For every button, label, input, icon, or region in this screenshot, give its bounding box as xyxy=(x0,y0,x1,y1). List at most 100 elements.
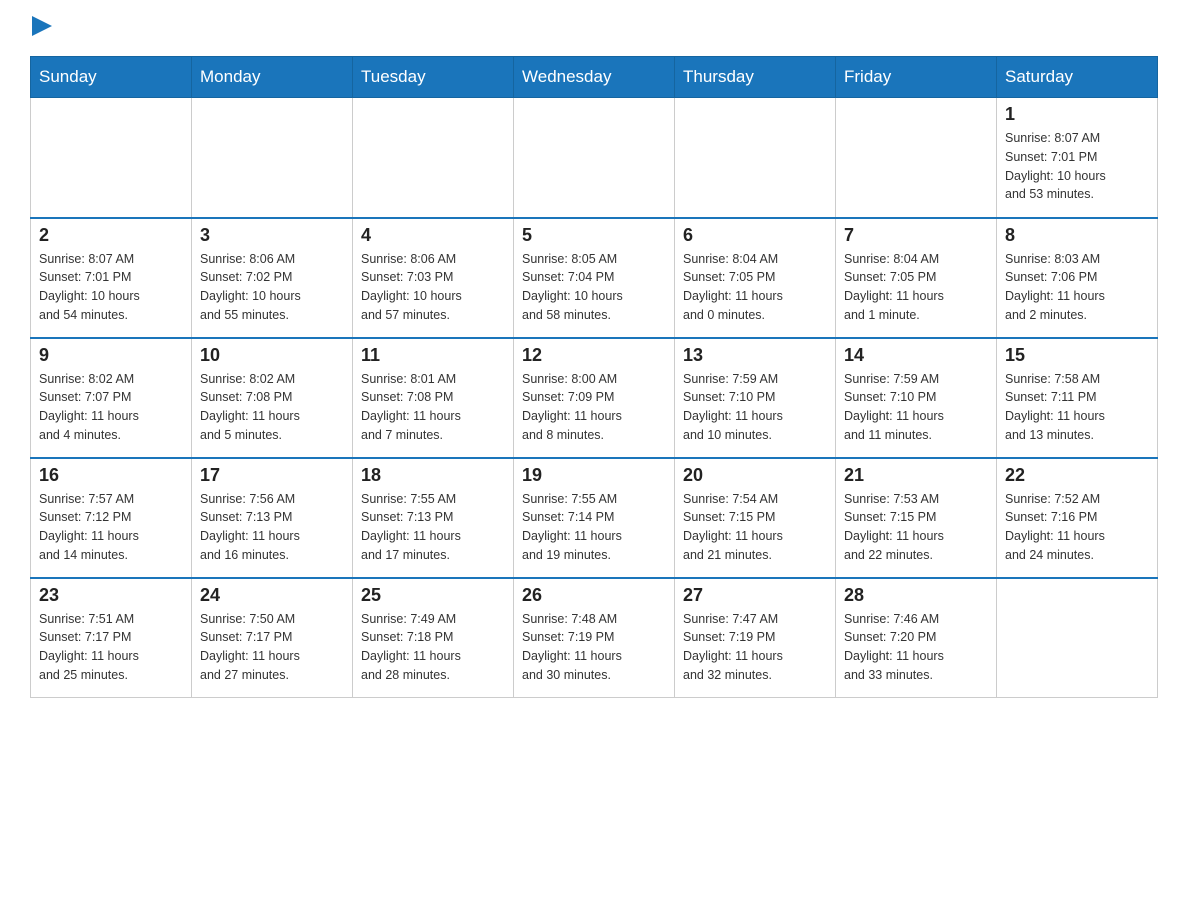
day-info: Sunrise: 8:06 AM Sunset: 7:02 PM Dayligh… xyxy=(200,250,344,325)
day-info: Sunrise: 7:59 AM Sunset: 7:10 PM Dayligh… xyxy=(683,370,827,445)
weekday-header-thursday: Thursday xyxy=(675,57,836,98)
day-number: 9 xyxy=(39,345,183,366)
day-number: 19 xyxy=(522,465,666,486)
day-info: Sunrise: 8:00 AM Sunset: 7:09 PM Dayligh… xyxy=(522,370,666,445)
day-info: Sunrise: 7:57 AM Sunset: 7:12 PM Dayligh… xyxy=(39,490,183,565)
calendar-cell: 1 Sunrise: 8:07 AM Sunset: 7:01 PM Daylig… xyxy=(997,98,1158,218)
day-info: Sunrise: 8:04 AM Sunset: 7:05 PM Dayligh… xyxy=(683,250,827,325)
calendar-cell: 26Sunrise: 7:48 AM Sunset: 7:19 PM Dayli… xyxy=(514,578,675,698)
logo-arrow-icon xyxy=(32,16,52,36)
day-info: Sunrise: 7:58 AM Sunset: 7:11 PM Dayligh… xyxy=(1005,370,1149,445)
day-number: 17 xyxy=(200,465,344,486)
weekday-header-saturday: Saturday xyxy=(997,57,1158,98)
calendar-cell: 16 Sunrise: 7:57 AM Sunset: 7:12 PM Dayli… xyxy=(31,458,192,578)
day-info: Sunrise: 7:49 AM Sunset: 7:18 PM Dayligh… xyxy=(361,610,505,685)
calendar-cell: 13 Sunrise: 7:59 AM Sunset: 7:10 PM Dayli… xyxy=(675,338,836,458)
day-info: Sunrise: 7:50 AM Sunset: 7:17 PM Dayligh… xyxy=(200,610,344,685)
calendar-cell: 21Sunrise: 7:53 AM Sunset: 7:15 PM Dayli… xyxy=(836,458,997,578)
day-info: Sunrise: 8:01 AM Sunset: 7:08 PM Dayligh… xyxy=(361,370,505,445)
day-number: 1 xyxy=(1005,104,1149,125)
day-info: Sunrise: 8:07 AM Sunset: 7:01 PM Dayligh… xyxy=(39,250,183,325)
day-info: Sunrise: 7:47 AM Sunset: 7:19 PM Dayligh… xyxy=(683,610,827,685)
day-number: 18 xyxy=(361,465,505,486)
day-number: 13 xyxy=(683,345,827,366)
calendar-cell: 8 Sunrise: 8:03 AM Sunset: 7:06 PM Daylig… xyxy=(997,218,1158,338)
day-number: 23 xyxy=(39,585,183,606)
calendar-cell: 24 Sunrise: 7:50 AM Sunset: 7:17 PM Dayli… xyxy=(192,578,353,698)
day-number: 4 xyxy=(361,225,505,246)
day-number: 7 xyxy=(844,225,988,246)
calendar-cell xyxy=(836,98,997,218)
weekday-header-wednesday: Wednesday xyxy=(514,57,675,98)
week-row-1: 1 Sunrise: 8:07 AM Sunset: 7:01 PM Daylig… xyxy=(31,98,1158,218)
day-number: 22 xyxy=(1005,465,1149,486)
day-number: 10 xyxy=(200,345,344,366)
day-number: 8 xyxy=(1005,225,1149,246)
day-info: Sunrise: 8:07 AM Sunset: 7:01 PM Dayligh… xyxy=(1005,129,1149,204)
calendar-cell xyxy=(514,98,675,218)
day-info: Sunrise: 7:48 AM Sunset: 7:19 PM Dayligh… xyxy=(522,610,666,685)
day-number: 20 xyxy=(683,465,827,486)
calendar-cell: 14 Sunrise: 7:59 AM Sunset: 7:10 PM Dayli… xyxy=(836,338,997,458)
calendar-cell: 11 Sunrise: 8:01 AM Sunset: 7:08 PM Dayli… xyxy=(353,338,514,458)
day-info: Sunrise: 7:55 AM Sunset: 7:13 PM Dayligh… xyxy=(361,490,505,565)
calendar-cell: 3 Sunrise: 8:06 AM Sunset: 7:02 PM Daylig… xyxy=(192,218,353,338)
day-number: 24 xyxy=(200,585,344,606)
weekday-header-row: SundayMondayTuesdayWednesdayThursdayFrid… xyxy=(31,57,1158,98)
day-info: Sunrise: 8:02 AM Sunset: 7:07 PM Dayligh… xyxy=(39,370,183,445)
calendar-cell xyxy=(353,98,514,218)
calendar-cell: 28 Sunrise: 7:46 AM Sunset: 7:20 PM Dayli… xyxy=(836,578,997,698)
calendar-table: SundayMondayTuesdayWednesdayThursdayFrid… xyxy=(30,56,1158,698)
calendar-cell: 25 Sunrise: 7:49 AM Sunset: 7:18 PM Dayli… xyxy=(353,578,514,698)
calendar-cell xyxy=(31,98,192,218)
day-number: 5 xyxy=(522,225,666,246)
day-number: 28 xyxy=(844,585,988,606)
day-number: 3 xyxy=(200,225,344,246)
week-row-4: 16 Sunrise: 7:57 AM Sunset: 7:12 PM Dayli… xyxy=(31,458,1158,578)
day-number: 6 xyxy=(683,225,827,246)
weekday-header-monday: Monday xyxy=(192,57,353,98)
calendar-cell: 5Sunrise: 8:05 AM Sunset: 7:04 PM Daylig… xyxy=(514,218,675,338)
calendar-cell: 2 Sunrise: 8:07 AM Sunset: 7:01 PM Daylig… xyxy=(31,218,192,338)
day-number: 15 xyxy=(1005,345,1149,366)
day-info: Sunrise: 7:59 AM Sunset: 7:10 PM Dayligh… xyxy=(844,370,988,445)
day-info: Sunrise: 7:54 AM Sunset: 7:15 PM Dayligh… xyxy=(683,490,827,565)
calendar-cell: 19Sunrise: 7:55 AM Sunset: 7:14 PM Dayli… xyxy=(514,458,675,578)
weekday-header-sunday: Sunday xyxy=(31,57,192,98)
day-info: Sunrise: 8:06 AM Sunset: 7:03 PM Dayligh… xyxy=(361,250,505,325)
day-number: 16 xyxy=(39,465,183,486)
day-info: Sunrise: 7:51 AM Sunset: 7:17 PM Dayligh… xyxy=(39,610,183,685)
day-number: 12 xyxy=(522,345,666,366)
weekday-header-friday: Friday xyxy=(836,57,997,98)
calendar-cell: 12 Sunrise: 8:00 AM Sunset: 7:09 PM Dayli… xyxy=(514,338,675,458)
day-info: Sunrise: 7:46 AM Sunset: 7:20 PM Dayligh… xyxy=(844,610,988,685)
day-info: Sunrise: 8:02 AM Sunset: 7:08 PM Dayligh… xyxy=(200,370,344,445)
week-row-2: 2 Sunrise: 8:07 AM Sunset: 7:01 PM Daylig… xyxy=(31,218,1158,338)
day-info: Sunrise: 7:52 AM Sunset: 7:16 PM Dayligh… xyxy=(1005,490,1149,565)
week-row-5: 23 Sunrise: 7:51 AM Sunset: 7:17 PM Dayli… xyxy=(31,578,1158,698)
day-number: 27 xyxy=(683,585,827,606)
logo xyxy=(30,20,52,36)
calendar-cell: 18 Sunrise: 7:55 AM Sunset: 7:13 PM Dayli… xyxy=(353,458,514,578)
calendar-cell: 22 Sunrise: 7:52 AM Sunset: 7:16 PM Dayli… xyxy=(997,458,1158,578)
day-number: 14 xyxy=(844,345,988,366)
day-number: 2 xyxy=(39,225,183,246)
calendar-cell xyxy=(192,98,353,218)
calendar-cell xyxy=(997,578,1158,698)
day-info: Sunrise: 8:03 AM Sunset: 7:06 PM Dayligh… xyxy=(1005,250,1149,325)
calendar-cell: 10 Sunrise: 8:02 AM Sunset: 7:08 PM Dayli… xyxy=(192,338,353,458)
day-number: 25 xyxy=(361,585,505,606)
calendar-cell: 23 Sunrise: 7:51 AM Sunset: 7:17 PM Dayli… xyxy=(31,578,192,698)
calendar-cell: 6 Sunrise: 8:04 AM Sunset: 7:05 PM Daylig… xyxy=(675,218,836,338)
day-info: Sunrise: 7:56 AM Sunset: 7:13 PM Dayligh… xyxy=(200,490,344,565)
weekday-header-tuesday: Tuesday xyxy=(353,57,514,98)
calendar-cell: 17 Sunrise: 7:56 AM Sunset: 7:13 PM Dayli… xyxy=(192,458,353,578)
week-row-3: 9 Sunrise: 8:02 AM Sunset: 7:07 PM Daylig… xyxy=(31,338,1158,458)
day-info: Sunrise: 7:53 AM Sunset: 7:15 PM Dayligh… xyxy=(844,490,988,565)
calendar-cell: 27 Sunrise: 7:47 AM Sunset: 7:19 PM Dayli… xyxy=(675,578,836,698)
day-number: 11 xyxy=(361,345,505,366)
header xyxy=(30,20,1158,36)
calendar-cell: 7Sunrise: 8:04 AM Sunset: 7:05 PM Daylig… xyxy=(836,218,997,338)
calendar-cell xyxy=(675,98,836,218)
calendar-cell: 15 Sunrise: 7:58 AM Sunset: 7:11 PM Dayli… xyxy=(997,338,1158,458)
